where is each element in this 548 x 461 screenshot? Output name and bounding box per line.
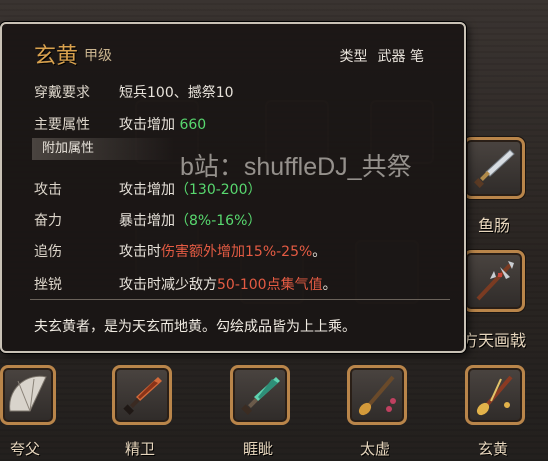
attribute-value: 50-100点集气值	[217, 277, 323, 293]
attribute-text: 攻击时	[119, 244, 161, 260]
attribute-label: 追伤	[34, 244, 62, 260]
item-tooltip: 玄黄 甲级 类型 武器 笔 穿戴要求 短兵100、撼祭10 主要属性 攻击增加 660…	[0, 22, 466, 353]
main-attribute-label: 主要属性	[34, 117, 90, 133]
brush-gold-icon	[476, 375, 513, 416]
main-attribute-value: 660	[179, 117, 207, 133]
attribute-text: 攻击增加	[119, 182, 175, 198]
weapon-label: 夸父	[9, 440, 40, 458]
attribute-text: 攻击时减少敌方	[119, 277, 217, 293]
attribute-row: 追伤 攻击时伤害额外增加15%-25%。	[34, 241, 326, 261]
weapon-slot-yuchang[interactable]	[463, 137, 525, 199]
fan-icon	[9, 375, 47, 412]
main-attribute-row: 主要属性 攻击增加 660	[34, 114, 206, 134]
weapon-slot-yazi[interactable]	[230, 365, 290, 425]
weapon-label: 精卫	[124, 440, 155, 458]
attribute-row: 挫锐 攻击时减少敌方50-100点集气值。	[34, 274, 337, 294]
type-value: 武器 笔	[377, 49, 424, 65]
item-grade: 甲级	[84, 48, 112, 64]
brush-icon	[358, 375, 396, 416]
dagger-icon	[474, 149, 515, 188]
attribute-label: 奋力	[34, 213, 62, 229]
weapon-slot-taixu[interactable]	[347, 365, 407, 425]
attribute-value: （8%-16%）	[175, 213, 262, 229]
requirement-value: 短兵100、撼祭10	[119, 85, 234, 101]
weapon-label: 玄黄	[477, 440, 508, 458]
extra-attributes-header: 附加属性	[32, 138, 174, 160]
item-description: 夫玄黄者，是为天玄而地黄。勾绘成品皆为上上乘。	[34, 319, 356, 335]
weapon-label: 睚眦	[242, 440, 273, 458]
item-type: 类型 武器 笔	[330, 46, 424, 66]
requirement-row: 穿戴要求 短兵100、撼祭10	[34, 82, 234, 102]
type-label: 类型	[339, 49, 368, 65]
weapon-slot-fangtianhuaji[interactable]	[463, 250, 525, 312]
weapon-label: 鱼肠	[477, 216, 510, 235]
requirement-label: 穿戴要求	[34, 85, 90, 101]
weapon-slot-jingwei[interactable]	[112, 365, 172, 425]
attribute-suffix: 。	[322, 277, 337, 293]
attribute-text: 暴击增加	[119, 213, 175, 229]
weapon-slot-xuanhuang[interactable]	[465, 365, 525, 425]
jade-dagger-icon	[241, 377, 280, 415]
weapon-label: 方天画戟	[461, 331, 526, 350]
attribute-value: （130-200）	[175, 182, 262, 198]
main-attribute-text: 攻击增加	[119, 117, 175, 133]
attribute-value: 伤害额外增加15%-25%	[161, 244, 313, 260]
attribute-label: 攻击	[34, 182, 62, 198]
halberd-icon	[476, 261, 514, 301]
weapon-label: 太虚	[359, 440, 390, 458]
weapon-slot-kuafu[interactable]	[0, 365, 56, 425]
watermark: b站：shuffleDJ_共祭	[180, 153, 412, 181]
attribute-label: 挫锐	[34, 277, 62, 293]
attribute-row: 奋力 暴击增加（8%-16%）	[34, 210, 261, 230]
dagger-dark-icon	[123, 377, 162, 415]
divider	[30, 299, 450, 300]
attribute-suffix: 。	[312, 244, 327, 260]
item-name: 玄黄	[34, 44, 79, 69]
